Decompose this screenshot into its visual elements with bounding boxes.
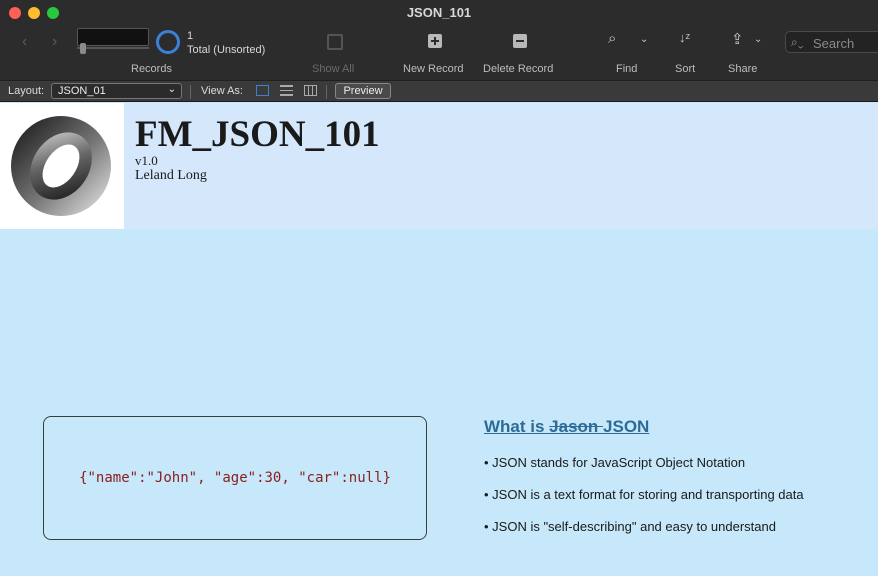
heading-struck-word: Jason	[549, 417, 604, 436]
find-button[interactable]: Find	[616, 63, 637, 75]
page-title: FM_JSON_101	[135, 114, 380, 155]
current-record-field[interactable]	[77, 28, 149, 46]
sort-icon[interactable]: ↓ᶻ	[679, 30, 690, 45]
json-logo	[0, 103, 124, 229]
bullet-item: • JSON stands for JavaScript Object Nota…	[484, 455, 746, 470]
heading-suffix: JSON	[603, 417, 650, 436]
search-input[interactable]: ⌕⌄ Search	[785, 31, 878, 53]
view-as-label: View As:	[201, 85, 243, 97]
record-total: Total (Unsorted)	[187, 44, 266, 56]
records-label: Records	[131, 63, 172, 75]
layout-header: FM_JSON_101 v1.0 Leland Long	[0, 103, 878, 229]
new-record-icon[interactable]	[428, 34, 442, 48]
share-menu-chevron-icon[interactable]: ⌄	[754, 34, 762, 45]
find-menu-chevron-icon[interactable]: ⌄	[640, 34, 648, 45]
window-title: JSON_101	[406, 5, 472, 20]
section-heading: What is Jason JSON	[484, 417, 649, 437]
bullet-item: • JSON is "self-describing" and easy to …	[484, 519, 776, 534]
author-text: Leland Long	[135, 168, 207, 183]
heading-prefix: What is	[484, 417, 550, 436]
divider	[190, 85, 191, 99]
layout-select-value: JSON_01	[58, 85, 106, 97]
json-example-box: {"name":"John", "age":30, "car":null}	[43, 416, 427, 540]
preview-button[interactable]: Preview	[335, 83, 391, 99]
bullet-item: • JSON is a text format for storing and …	[484, 487, 804, 502]
search-icon: ⌕⌄	[791, 35, 804, 49]
search-placeholder: Search	[813, 36, 855, 51]
layout-select[interactable]: JSON_01 ⌄	[51, 83, 182, 99]
record-slider[interactable]	[77, 47, 149, 49]
delete-record-icon[interactable]	[513, 34, 527, 48]
show-all-button[interactable]: Show All	[312, 63, 354, 75]
json-example-code: {"name":"John", "age":30, "car":null}	[79, 470, 391, 486]
record-pie-chart-icon	[156, 30, 180, 54]
previous-record-arrow-icon[interactable]: ‹	[22, 33, 27, 51]
layout-bar: Layout: JSON_01 ⌄ View As: Preview	[0, 80, 878, 102]
record-slider-knob[interactable]	[80, 43, 86, 54]
find-icon[interactable]: ⌕	[608, 30, 616, 47]
list-view-icon[interactable]	[280, 85, 293, 96]
chevron-updown-icon: ⌄	[167, 84, 176, 95]
json-logo-icon	[11, 116, 111, 216]
version-text: v1.0	[135, 153, 158, 168]
table-view-icon[interactable]	[304, 85, 317, 96]
record-count: 1	[187, 30, 194, 42]
window-toolbar: JSON_101 ‹ › 1 Total (Unsorted) Records …	[0, 0, 878, 80]
form-view-icon[interactable]	[256, 85, 269, 96]
delete-record-button[interactable]: Delete Record	[483, 63, 553, 75]
layout-label: Layout:	[8, 85, 45, 97]
divider	[326, 85, 327, 99]
new-record-button[interactable]: New Record	[403, 63, 464, 75]
sort-button[interactable]: Sort	[675, 63, 695, 75]
next-record-arrow-icon[interactable]: ›	[52, 33, 57, 51]
share-button[interactable]: Share	[728, 63, 757, 75]
share-icon[interactable]: ⇪	[731, 30, 744, 48]
show-all-icon	[327, 34, 343, 50]
